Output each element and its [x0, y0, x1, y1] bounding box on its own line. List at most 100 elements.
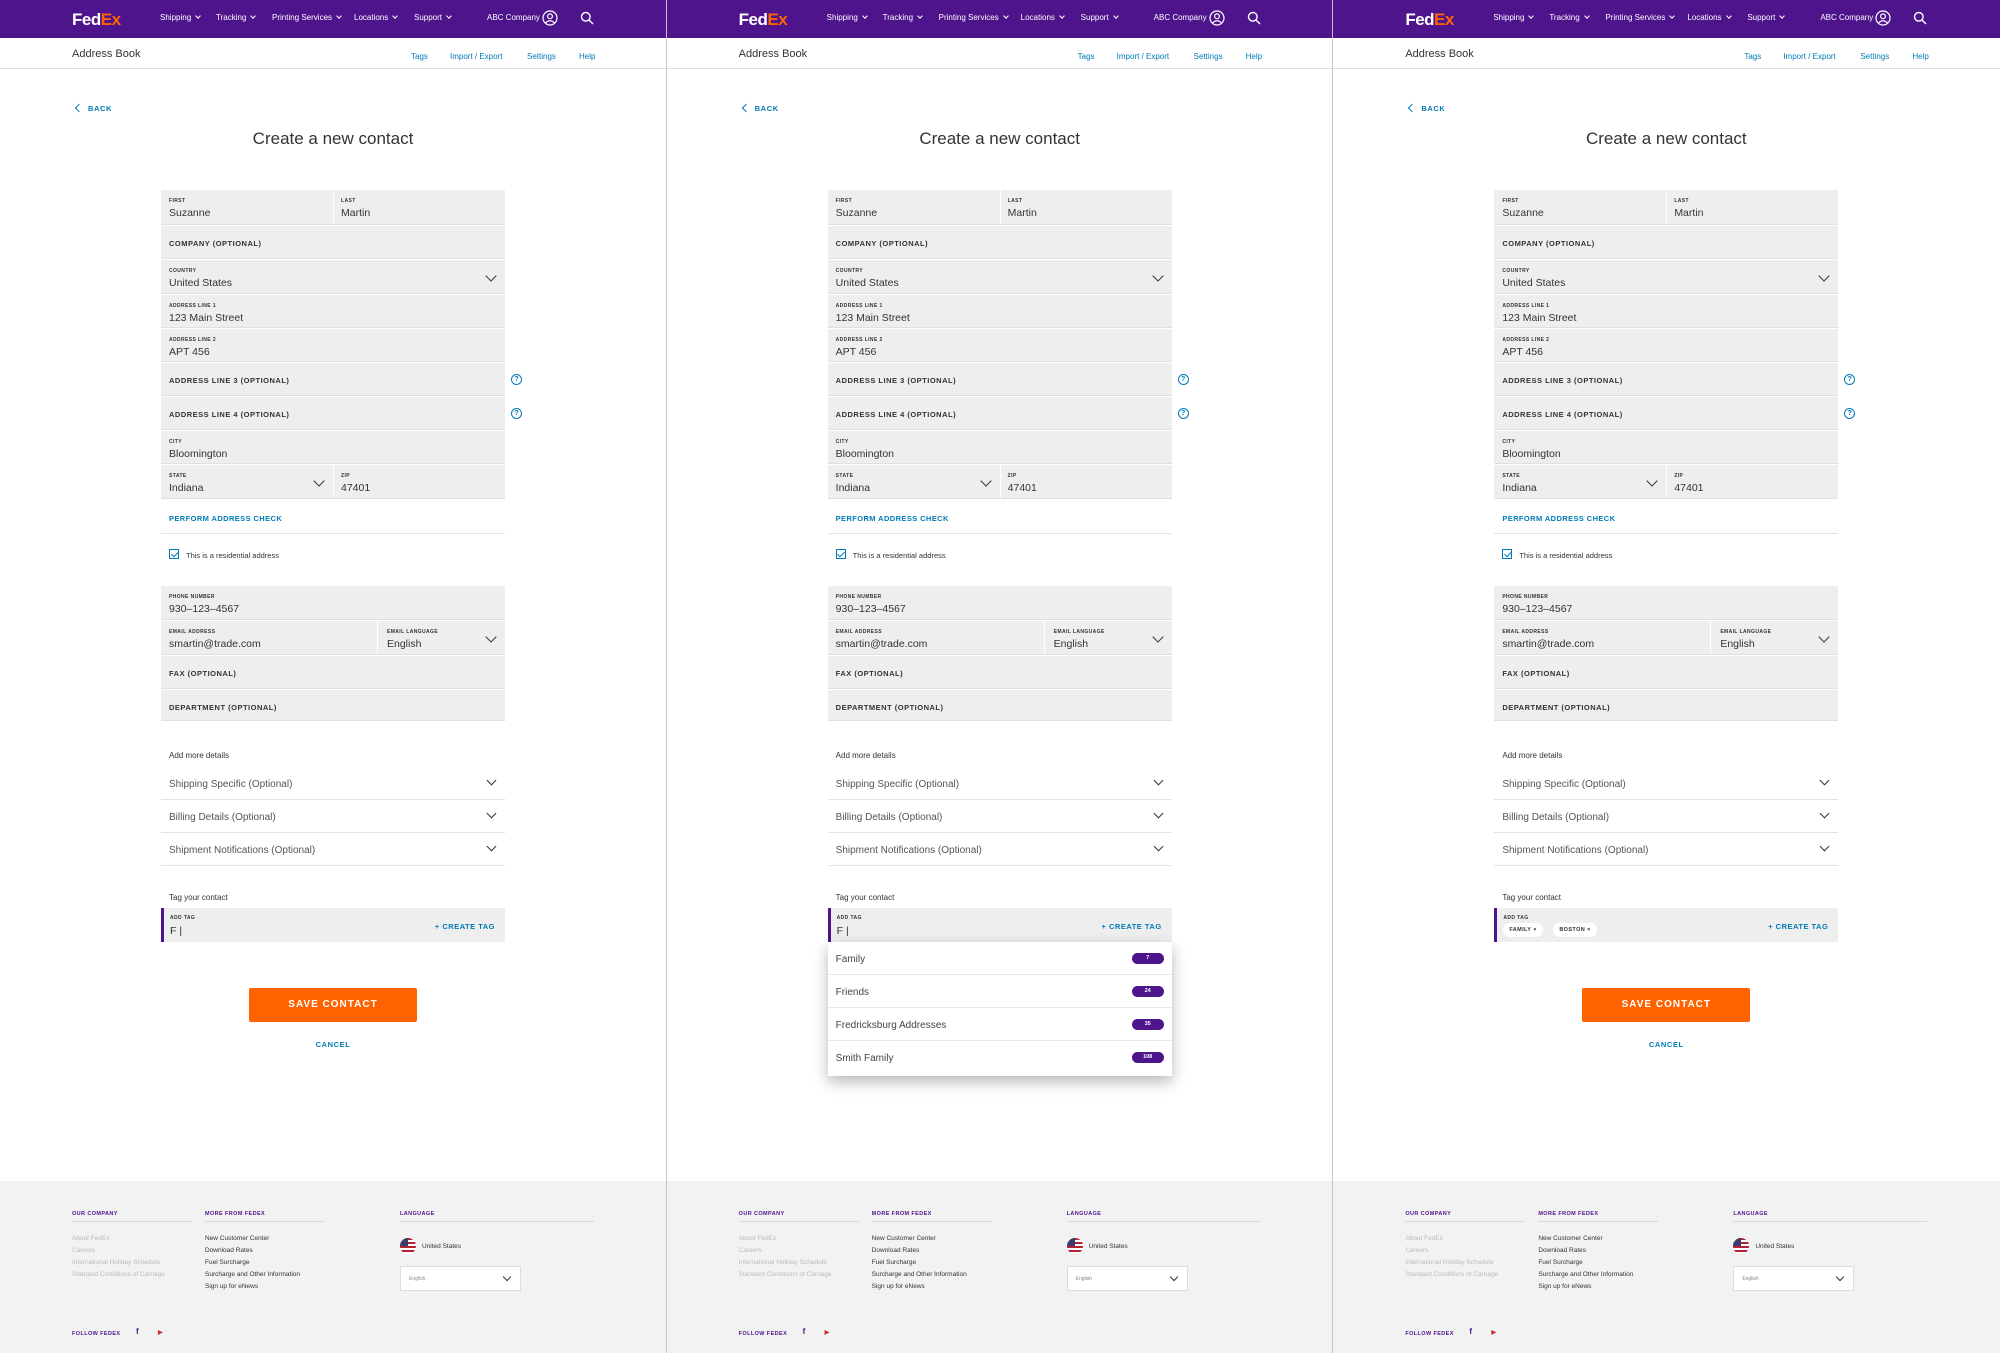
tag-suggestion-family[interactable]: Family 7 — [827, 942, 1172, 975]
footer-link[interactable]: Sign up for eNews — [205, 1283, 258, 1290]
language-select[interactable]: English — [1733, 1266, 1855, 1291]
nav-support[interactable]: Support — [1081, 13, 1119, 22]
company-field[interactable]: COMPANY (OPTIONAL) — [1494, 226, 1839, 259]
zip-input[interactable]: 47401 — [1674, 482, 1703, 494]
footer-link[interactable]: About FedEx — [72, 1235, 110, 1242]
last-name-input[interactable]: Martin — [1674, 207, 1703, 219]
youtube-icon[interactable]: ▶ — [825, 1329, 830, 1336]
accordion-shipment-notifications[interactable]: Shipment Notifications (Optional) — [827, 833, 1172, 866]
email-input[interactable]: smartin@trade.com — [836, 638, 928, 650]
footer-link[interactable]: Surcharge and Other Information — [872, 1271, 967, 1278]
company-field[interactable]: COMPANY (OPTIONAL) — [827, 226, 1172, 259]
fedex-logo[interactable]: FedEx — [72, 10, 121, 30]
zip-input[interactable]: 47401 — [1008, 482, 1037, 494]
footer-link[interactable]: International Holiday Schedule — [1405, 1259, 1493, 1266]
create-tag-button[interactable]: + CREATE TAG — [1768, 922, 1828, 931]
email-input[interactable]: smartin@trade.com — [1502, 638, 1594, 650]
accordion-shipping-specific[interactable]: Shipping Specific (Optional) — [161, 767, 505, 800]
nav-tracking[interactable]: Tracking — [1549, 13, 1590, 22]
footer-link[interactable]: Surcharge and Other Information — [1538, 1271, 1633, 1278]
footer-link[interactable]: Fuel Surcharge — [872, 1259, 916, 1266]
accordion-billing-details[interactable]: Billing Details (Optional) — [161, 800, 505, 833]
user-circle-icon[interactable] — [542, 10, 558, 26]
add-tag-input[interactable]: ADD TAG FAMILY × BOSTON × + CREATE TAG — [1494, 908, 1839, 942]
email-input[interactable]: smartin@trade.com — [169, 638, 261, 650]
address-line-2-field[interactable]: ADDRESS LINE 2 APT 456 — [1494, 329, 1839, 362]
subnav-link-import-export[interactable]: Import / Export — [1117, 52, 1169, 61]
fax-field[interactable]: FAX (OPTIONAL) — [827, 656, 1172, 689]
help-icon[interactable]: ? — [1844, 408, 1856, 419]
email-language-select[interactable]: English — [1054, 638, 1088, 650]
address-line-2-field[interactable]: ADDRESS LINE 2 APT 456 — [161, 329, 505, 362]
search-icon[interactable] — [1913, 11, 1927, 25]
footer-link[interactable]: Standard Conditions of Carriage — [739, 1271, 832, 1278]
accordion-billing-details[interactable]: Billing Details (Optional) — [827, 800, 1172, 833]
back-link[interactable]: BACK — [1408, 103, 1445, 113]
language-select[interactable]: English — [1066, 1266, 1188, 1291]
nav-printing-services[interactable]: Printing Services — [939, 13, 1009, 22]
first-name-input[interactable]: Suzanne — [1502, 207, 1543, 219]
footer-link[interactable]: New Customer Center — [872, 1235, 936, 1242]
country-select[interactable]: COUNTRY United States — [161, 260, 505, 294]
state-select[interactable]: Indiana — [836, 482, 870, 494]
user-circle-icon[interactable] — [1875, 10, 1891, 26]
state-select[interactable]: Indiana — [1502, 482, 1536, 494]
last-name-input[interactable]: Martin — [341, 207, 370, 219]
address-line-3-field[interactable]: ADDRESS LINE 3 (OPTIONAL) — [1494, 363, 1839, 396]
perform-address-check-link[interactable]: PERFORM ADDRESS CHECK — [1502, 514, 1615, 523]
email-language-select[interactable]: English — [387, 638, 421, 650]
last-name-input[interactable]: Martin — [1008, 207, 1037, 219]
footer-link[interactable]: International Holiday Schedule — [72, 1259, 160, 1266]
language-select[interactable]: English — [400, 1266, 521, 1291]
nav-shipping[interactable]: Shipping — [1493, 13, 1535, 22]
perform-address-check-link[interactable]: PERFORM ADDRESS CHECK — [169, 514, 282, 523]
footer-link[interactable]: Download Rates — [205, 1247, 253, 1254]
country-select[interactable]: COUNTRY United States — [827, 260, 1172, 294]
nav-tracking[interactable]: Tracking — [216, 13, 257, 22]
account-name[interactable]: ABC Company — [1154, 13, 1207, 22]
first-name-input[interactable]: Suzanne — [836, 207, 877, 219]
department-field[interactable]: DEPARTMENT (OPTIONAL) — [827, 690, 1172, 721]
subnav-link-tags[interactable]: Tags — [1744, 52, 1761, 61]
footer-link[interactable]: Surcharge and Other Information — [205, 1271, 300, 1278]
footer-link[interactable]: International Holiday Schedule — [739, 1259, 827, 1266]
tag-suggestion-smith-family[interactable]: Smith Family 108 — [828, 1041, 1172, 1074]
create-tag-button[interactable]: + CREATE TAG — [1102, 922, 1162, 931]
nav-tracking[interactable]: Tracking — [883, 13, 923, 22]
nav-printing-services[interactable]: Printing Services — [1605, 13, 1676, 22]
subnav-link-tags[interactable]: Tags — [411, 52, 428, 61]
address-line-2-field[interactable]: ADDRESS LINE 2 APT 456 — [827, 329, 1172, 362]
help-icon[interactable]: ? — [1844, 374, 1856, 385]
city-field[interactable]: CITY Bloomington — [827, 431, 1172, 464]
phone-field[interactable]: PHONE NUMBER 930–123–4567 — [161, 586, 505, 620]
footer-link[interactable]: Careers — [739, 1247, 762, 1254]
country-select[interactable]: COUNTRY United States — [1494, 260, 1839, 294]
nav-shipping[interactable]: Shipping — [827, 13, 868, 22]
department-field[interactable]: DEPARTMENT (OPTIONAL) — [161, 690, 505, 721]
footer-link[interactable]: Sign up for eNews — [1538, 1283, 1591, 1290]
nav-locations[interactable]: Locations — [1021, 13, 1065, 22]
city-field[interactable]: CITY Bloomington — [1494, 431, 1839, 464]
footer-link[interactable]: Standard Conditions of Carriage — [72, 1271, 165, 1278]
search-icon[interactable] — [1247, 11, 1261, 25]
address-line-3-field[interactable]: ADDRESS LINE 3 (OPTIONAL) — [827, 363, 1172, 396]
subnav-link-help[interactable]: Help — [1246, 52, 1262, 61]
footer-link[interactable]: New Customer Center — [205, 1235, 269, 1242]
residential-checkbox[interactable] — [169, 549, 179, 559]
address-line-1-field[interactable]: ADDRESS LINE 1 123 Main Street — [1494, 295, 1839, 328]
fedex-logo[interactable]: FedEx — [739, 10, 788, 30]
subnav-link-tags[interactable]: Tags — [1078, 52, 1095, 61]
subnav-link-settings[interactable]: Settings — [1860, 52, 1889, 61]
state-select[interactable]: Indiana — [169, 482, 203, 494]
tag-chip-boston[interactable]: BOSTON × — [1553, 923, 1597, 937]
back-link[interactable]: BACK — [74, 103, 112, 113]
subnav-link-import-export[interactable]: Import / Export — [450, 52, 502, 61]
footer-link[interactable]: About FedEx — [739, 1235, 777, 1242]
residential-checkbox[interactable] — [835, 549, 846, 559]
account-name[interactable]: ABC Company — [1820, 13, 1873, 22]
fax-field[interactable]: FAX (OPTIONAL) — [161, 656, 505, 689]
nav-support[interactable]: Support — [414, 13, 452, 22]
cancel-link[interactable]: CANCEL — [1333, 1040, 1999, 1049]
address-line-4-field[interactable]: ADDRESS LINE 4 (OPTIONAL) — [827, 397, 1172, 430]
footer-link[interactable]: New Customer Center — [1538, 1235, 1602, 1242]
